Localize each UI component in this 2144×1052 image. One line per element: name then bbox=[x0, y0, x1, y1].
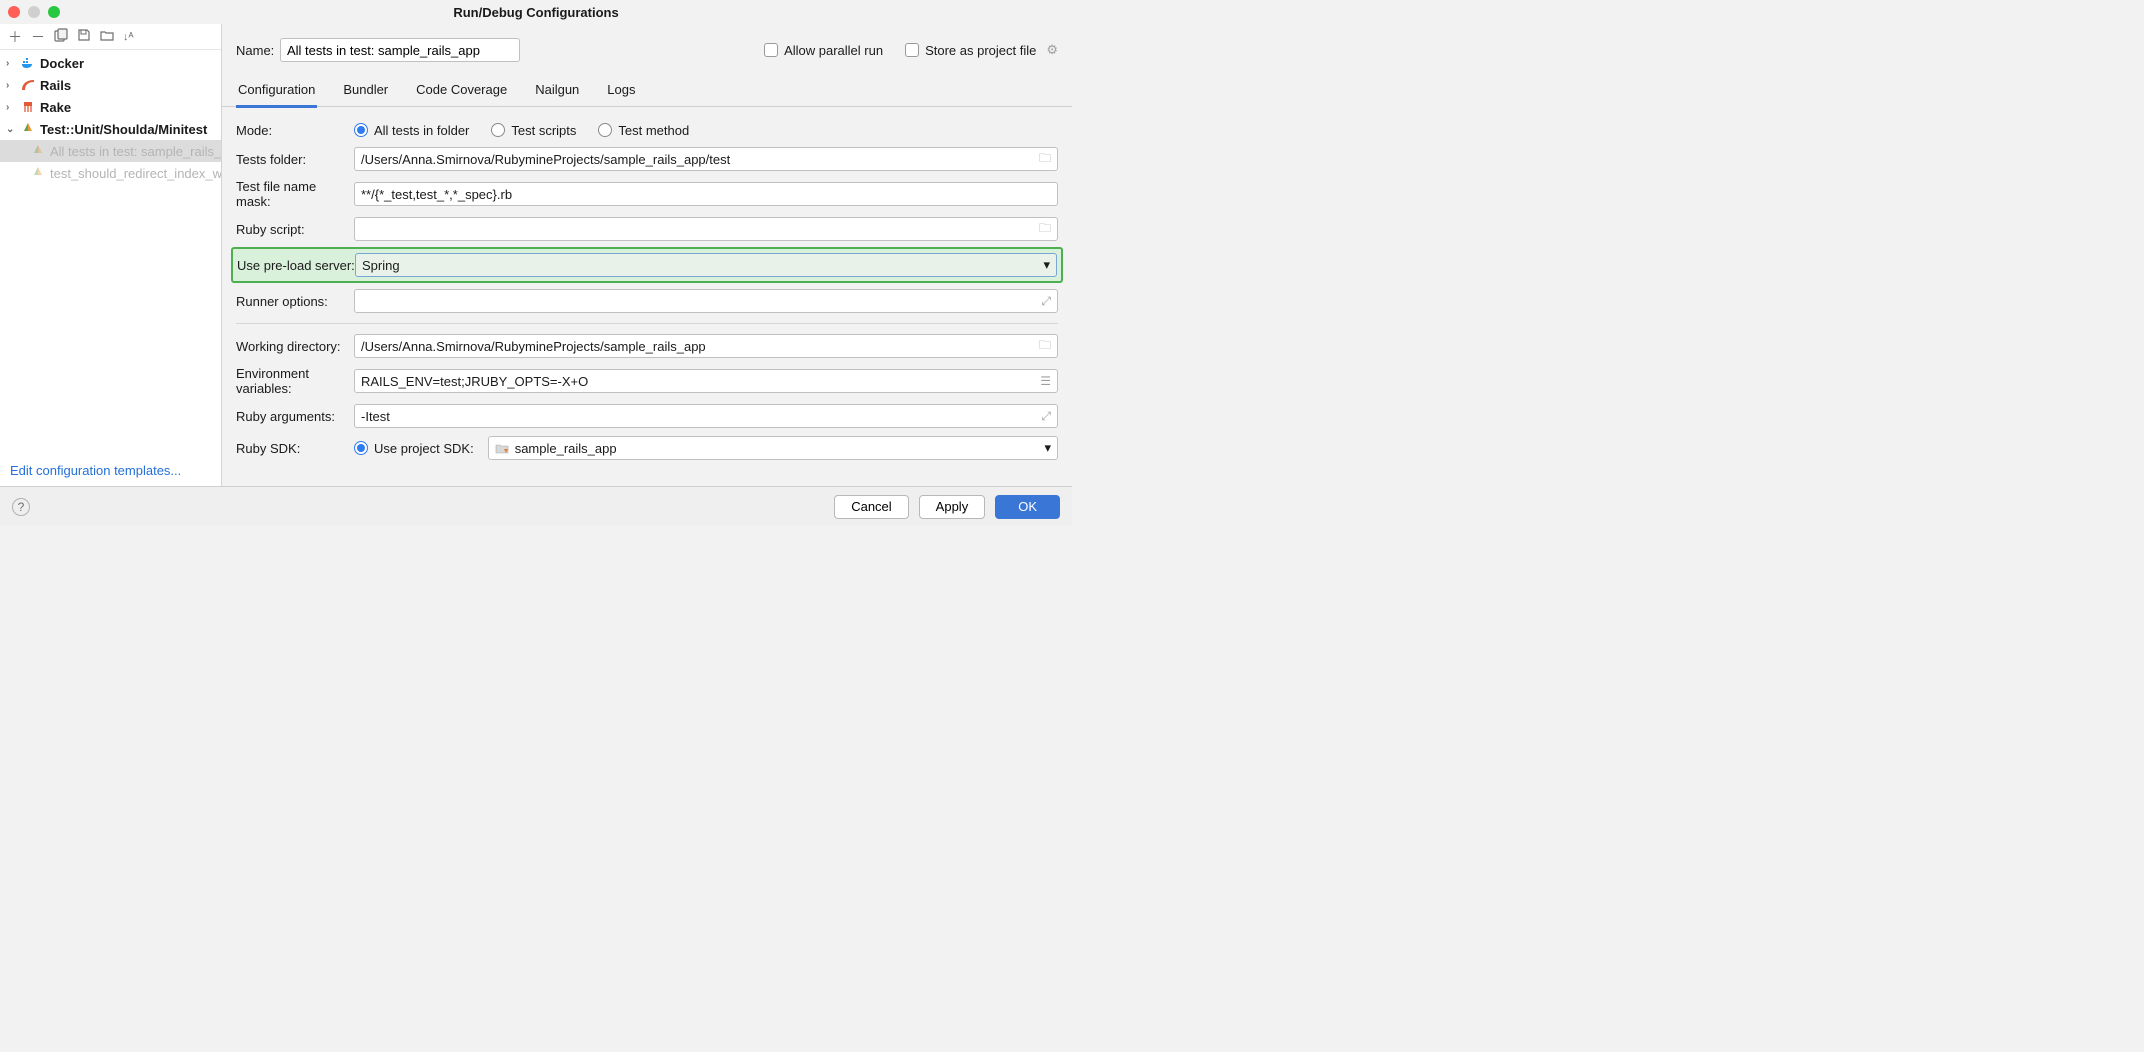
save-config-button[interactable] bbox=[77, 28, 91, 45]
mode-test-method-radio[interactable] bbox=[598, 123, 612, 137]
maximize-window-button[interactable] bbox=[48, 6, 60, 18]
preload-server-dropdown[interactable]: Spring ▾ bbox=[355, 253, 1057, 277]
tree-node-rake[interactable]: › Rake bbox=[0, 96, 221, 118]
mode-all-tests-radio[interactable] bbox=[354, 123, 368, 137]
mode-test-method-label: Test method bbox=[618, 123, 689, 138]
tab-bundler[interactable]: Bundler bbox=[341, 76, 390, 106]
tab-configuration[interactable]: Configuration bbox=[236, 76, 317, 108]
help-button[interactable]: ? bbox=[12, 498, 30, 516]
allow-parallel-label: Allow parallel run bbox=[784, 43, 883, 58]
copy-config-button[interactable] bbox=[54, 28, 68, 45]
test-icon bbox=[30, 165, 46, 181]
close-window-button[interactable] bbox=[8, 6, 20, 18]
tree-node-redirect[interactable]: test_should_redirect_index_when_not_ bbox=[0, 162, 221, 184]
sort-config-button[interactable]: ↓ᴬ bbox=[123, 31, 133, 43]
tree-label: test_should_redirect_index_when_not_ bbox=[50, 166, 221, 181]
test-icon bbox=[30, 143, 46, 159]
ok-button[interactable]: OK bbox=[995, 495, 1060, 519]
chevron-down-icon: ▾ bbox=[1044, 440, 1051, 456]
store-project-label: Store as project file bbox=[925, 43, 1036, 58]
remove-config-button[interactable]: － bbox=[31, 27, 45, 47]
ruby-args-input[interactable]: -Itest ⤢ bbox=[354, 404, 1058, 428]
tab-logs[interactable]: Logs bbox=[605, 76, 637, 106]
name-input[interactable] bbox=[280, 38, 520, 62]
folder-config-button[interactable] bbox=[100, 28, 114, 45]
mode-test-scripts-label: Test scripts bbox=[511, 123, 576, 138]
gear-icon[interactable]: ⚙ bbox=[1046, 42, 1058, 58]
test-icon bbox=[20, 121, 36, 137]
mode-all-tests-label: All tests in folder bbox=[374, 123, 469, 138]
add-config-button[interactable]: ＋ bbox=[8, 27, 22, 47]
window-titlebar: Run/Debug Configurations bbox=[0, 0, 1072, 24]
use-project-sdk-radio[interactable] bbox=[354, 441, 368, 455]
mask-input[interactable]: **/{*_test,test_*,*_spec}.rb bbox=[354, 182, 1058, 206]
project-folder-icon bbox=[495, 442, 509, 454]
rake-icon bbox=[20, 99, 36, 115]
sdk-dropdown[interactable]: sample_rails_app ▾ bbox=[488, 436, 1058, 460]
tree-node-testunit[interactable]: ⌄ Test::Unit/Shoulda/Minitest bbox=[0, 118, 221, 140]
cancel-button[interactable]: Cancel bbox=[834, 495, 908, 519]
tree-label: All tests in test: sample_rails_app bbox=[50, 144, 221, 159]
tree-label: Test::Unit/Shoulda/Minitest bbox=[40, 122, 207, 137]
tree-label: Rails bbox=[40, 78, 71, 93]
tree-node-rails[interactable]: › Rails bbox=[0, 74, 221, 96]
use-project-sdk-label: Use project SDK: bbox=[374, 441, 474, 456]
minimize-window-button[interactable] bbox=[28, 6, 40, 18]
chevron-down-icon: ▾ bbox=[1043, 257, 1050, 273]
runner-options-input[interactable]: ⤢ bbox=[354, 289, 1058, 313]
ruby-args-label: Ruby arguments: bbox=[236, 409, 354, 424]
name-label: Name: bbox=[236, 43, 270, 58]
mode-test-scripts-radio[interactable] bbox=[491, 123, 505, 137]
ruby-script-input[interactable]: 🗀 bbox=[354, 217, 1058, 241]
mask-label: Test file name mask: bbox=[236, 179, 354, 209]
window-title: Run/Debug Configurations bbox=[453, 5, 618, 20]
browse-folder-icon[interactable]: 🗀 bbox=[1035, 336, 1051, 357]
config-tabs: Configuration Bundler Code Coverage Nail… bbox=[222, 76, 1072, 107]
list-icon[interactable]: ☰ bbox=[1036, 374, 1051, 388]
mode-label: Mode: bbox=[236, 123, 354, 138]
tree-node-docker[interactable]: › Docker bbox=[0, 52, 221, 74]
tab-nailgun[interactable]: Nailgun bbox=[533, 76, 581, 106]
ruby-sdk-label: Ruby SDK: bbox=[236, 441, 354, 456]
preload-label: Use pre-load server: bbox=[237, 258, 355, 273]
expand-icon[interactable]: ⤢ bbox=[1037, 409, 1051, 424]
workdir-label: Working directory: bbox=[236, 339, 354, 354]
browse-folder-icon[interactable]: 🗀 bbox=[1035, 149, 1051, 170]
workdir-input[interactable]: /Users/Anna.Smirnova/RubymineProjects/sa… bbox=[354, 334, 1058, 358]
env-label: Environment variables: bbox=[236, 366, 354, 396]
configurations-sidebar: ＋ － ↓ᴬ › Docker bbox=[0, 24, 222, 486]
tests-folder-input[interactable]: /Users/Anna.Smirnova/RubymineProjects/sa… bbox=[354, 147, 1058, 171]
tests-folder-label: Tests folder: bbox=[236, 152, 354, 167]
env-input[interactable]: RAILS_ENV=test;JRUBY_OPTS=-X+O ☰ bbox=[354, 369, 1058, 393]
rails-icon bbox=[20, 77, 36, 93]
runner-options-label: Runner options: bbox=[236, 294, 354, 309]
edit-templates-link[interactable]: Edit configuration templates... bbox=[0, 454, 221, 486]
ruby-script-label: Ruby script: bbox=[236, 222, 354, 237]
expand-icon[interactable]: ⤢ bbox=[1037, 294, 1051, 309]
tree-label: Docker bbox=[40, 56, 84, 71]
tree-node-alltests[interactable]: All tests in test: sample_rails_app bbox=[0, 140, 221, 162]
allow-parallel-run-checkbox[interactable]: Allow parallel run bbox=[764, 43, 883, 58]
browse-folder-icon[interactable]: 🗀 bbox=[1035, 219, 1051, 240]
apply-button[interactable]: Apply bbox=[919, 495, 986, 519]
tab-code- coverage[interactable]: Code Coverage bbox=[414, 76, 509, 106]
tree-label: Rake bbox=[40, 100, 71, 115]
store-as-project-file-checkbox[interactable]: Store as project file bbox=[905, 43, 1036, 58]
docker-icon bbox=[20, 55, 36, 71]
